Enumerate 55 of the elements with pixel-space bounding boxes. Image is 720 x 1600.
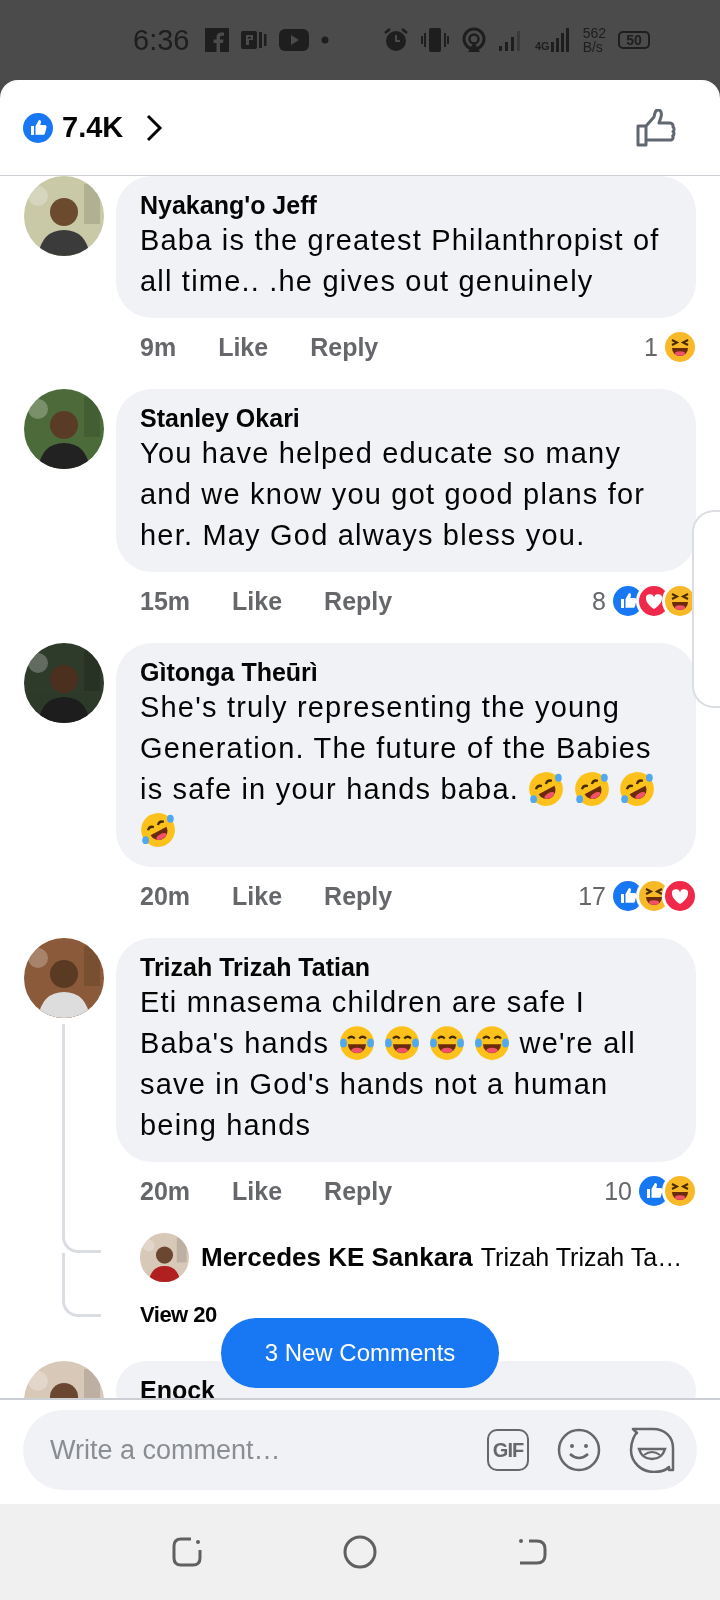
comment-author[interactable]: Nyakang'o Jeff	[140, 191, 317, 219]
like-link[interactable]: Like	[232, 1176, 283, 1206]
reaction-count: 1	[644, 332, 658, 362]
reaction-count: 8	[592, 586, 606, 616]
signal-icon	[498, 29, 523, 51]
reply-author[interactable]: Mercedes KE Sankara	[201, 1242, 473, 1273]
like-icon[interactable]	[636, 108, 676, 147]
emoji-icon[interactable]	[557, 1428, 601, 1472]
reply-link[interactable]: Reply	[324, 586, 393, 616]
comment-time: 20m	[140, 881, 191, 911]
reply-link[interactable]: Reply	[310, 332, 379, 362]
new-comments-button[interactable]: 3 New Comments	[221, 1318, 499, 1388]
vibrate-icon	[420, 27, 449, 53]
document-app-icon	[241, 29, 268, 51]
notification-dot-icon	[321, 36, 330, 44]
comment-author[interactable]: Trizah Trizah Tatian	[140, 953, 371, 981]
reaction-count: 17	[578, 881, 606, 911]
recent-apps-icon[interactable]	[171, 1536, 203, 1568]
reply-preview: Trizah Trizah Ta…	[480, 1243, 683, 1272]
tears-of-joy-icon	[429, 1025, 466, 1061]
alarm-icon	[382, 27, 409, 53]
rolling-laughing-icon	[528, 771, 565, 807]
like-link[interactable]: Like	[232, 881, 283, 911]
comment-text: Eti mnasema children are safe I Baba's hands we're all save in God's hands not a human being hands	[140, 985, 637, 1143]
comment-text: You have helped educate so many and we know you got good plans for her. May God always bless you.	[140, 436, 647, 553]
like-link[interactable]: Like	[232, 586, 283, 616]
view-replies-link[interactable]: View 20	[140, 1302, 217, 1328]
video-app-icon	[279, 29, 310, 51]
comment-time: 9m	[140, 332, 177, 362]
like-reaction-icon	[22, 111, 54, 144]
rolling-laughing-icon	[573, 771, 610, 807]
home-icon[interactable]	[343, 1535, 377, 1569]
like-link[interactable]: Like	[218, 332, 269, 362]
facebook-app-icon	[205, 28, 230, 52]
signal-icon	[550, 28, 571, 52]
gif-button[interactable]: GIF	[487, 1429, 529, 1471]
back-icon[interactable]	[517, 1536, 549, 1568]
reaction-count: 10	[604, 1176, 632, 1206]
rolling-laughing-icon	[140, 812, 176, 848]
reply-link[interactable]: Reply	[324, 1176, 393, 1206]
tears-of-joy-icon	[383, 1025, 420, 1061]
reply-link[interactable]: Reply	[324, 881, 393, 911]
reaction-count[interactable]: 7.4K	[62, 111, 124, 144]
sticker-icon[interactable]	[629, 1427, 675, 1473]
comment-time: 15m	[140, 586, 191, 616]
comment-text: Baba is the greatest Philanthropist of all time.. .he gives out genuinely	[140, 223, 661, 299]
comment-time: 20m	[140, 1176, 191, 1206]
comment-field[interactable]: Write a comment… GIF	[23, 1410, 697, 1490]
hotspot-icon	[460, 27, 487, 53]
rolling-laughing-icon	[618, 771, 655, 807]
tears-of-joy-icon	[338, 1025, 375, 1061]
comment-text: She's truly representing the young Generation. The future of the Babies is safe in your hands baba.	[140, 687, 672, 851]
comment-author[interactable]: Stanley Okari	[140, 404, 300, 432]
comment-author[interactable]: Gìtonga Theūrì	[140, 658, 318, 686]
tears-of-joy-icon	[474, 1025, 511, 1061]
